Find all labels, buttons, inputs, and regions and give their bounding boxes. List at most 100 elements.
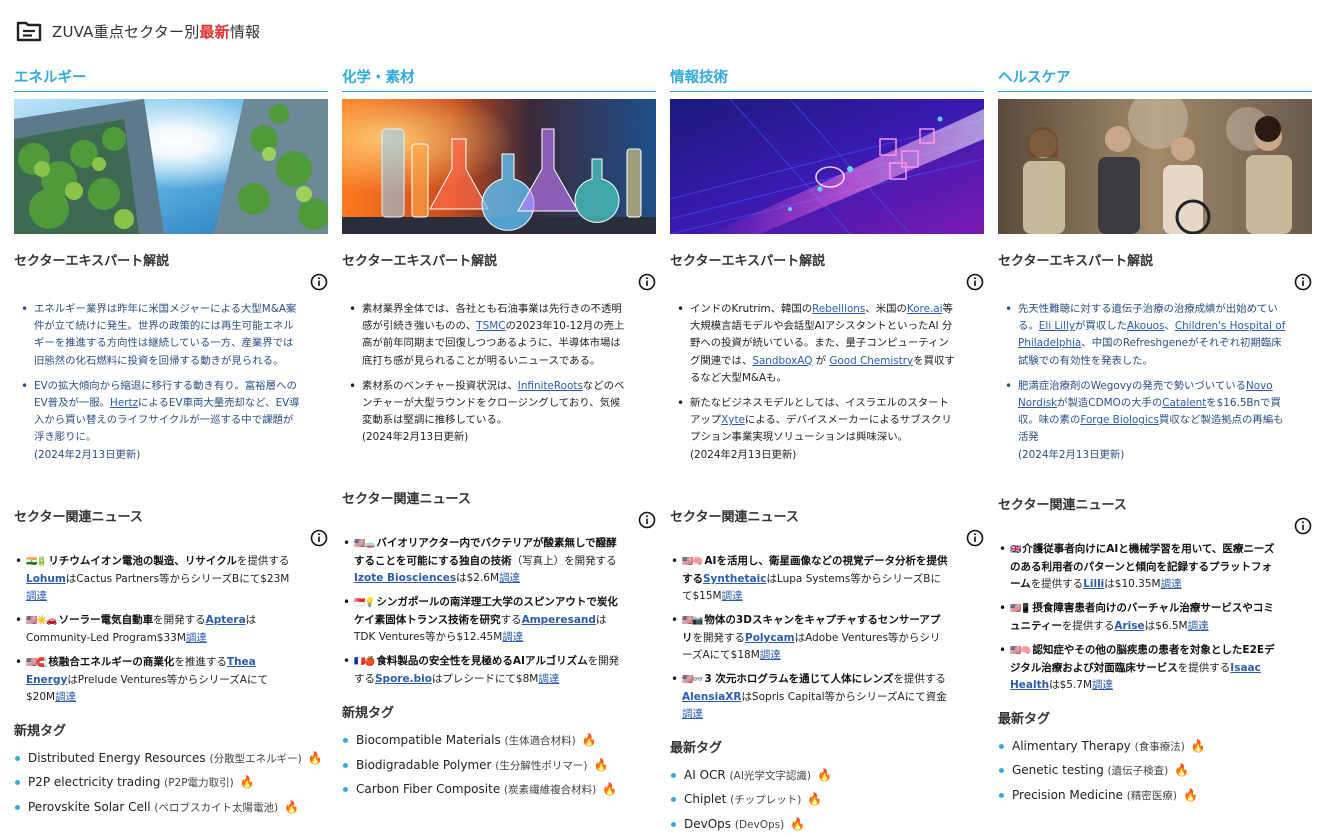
news-link[interactable]: Xyte (721, 414, 745, 426)
company-link[interactable]: Amperesand (522, 614, 596, 626)
body-text: は$6.5M (1144, 619, 1188, 632)
news-link[interactable]: 調達 (1092, 679, 1113, 691)
tag-name: Biodigradable Polymer (356, 757, 496, 772)
company-link[interactable]: AlensiaXR (682, 691, 741, 703)
body-text: は$10.35M (1104, 577, 1161, 590)
tag-name: DevOps (684, 816, 735, 831)
flag-icon: 🇮🇳🔋 (26, 556, 47, 567)
fire-icon: 🔥 (593, 757, 609, 772)
tag-item[interactable]: P2P electricity trading (P2P電力取引) 🔥 (15, 771, 328, 796)
news-link[interactable]: 調達 (502, 631, 523, 643)
expert-heading: セクターエキスパート解説 (998, 254, 1154, 269)
sector-title: 情報技術 (670, 68, 984, 92)
body-text: 、米国の (865, 303, 907, 315)
info-icon[interactable] (966, 529, 984, 547)
tag-item[interactable]: Biocompatible Materials (生体適合材料) 🔥 (343, 729, 656, 754)
body-text: インドのKrutrim、韓国の (690, 303, 813, 315)
sector-image (670, 99, 984, 234)
news-link[interactable]: 調達 (499, 572, 520, 584)
info-icon[interactable] (310, 529, 328, 547)
company-link[interactable]: Synthetaic (703, 573, 766, 585)
sector-title: エネルギー (14, 68, 328, 92)
news-link[interactable]: InfiniteRoots (518, 380, 583, 392)
tag-heading: 最新タグ (998, 711, 1051, 727)
news-heading: セクター関連ニュース (14, 509, 143, 525)
news-link[interactable]: Forge Biologics (1080, 414, 1159, 426)
company-link[interactable]: Polycam (745, 632, 795, 644)
tag-translation: (分散型エネルギー) (209, 752, 302, 765)
news-item: 🇫🇷🍎食料製品の安全性を見極めるAIアルゴリズムを開発するSpore.bioはプ… (343, 653, 620, 688)
tag-item[interactable]: Alimentary Therapy (食事療法) 🔥 (999, 735, 1312, 760)
info-icon[interactable] (638, 273, 656, 291)
expert-item: 先天性難聴に対する遺伝子治療の治療成績が出始めている。Eli Lillyが買収し… (1005, 301, 1286, 370)
news-link[interactable]: 調達 (186, 632, 207, 644)
news-link[interactable]: 調達 (760, 649, 781, 661)
fire-icon: 🔥 (790, 816, 806, 831)
tag-item[interactable]: Precision Medicine (精密医療) 🔥 (999, 784, 1312, 809)
news-link[interactable]: Rebellions (812, 303, 865, 315)
news-link[interactable]: TSMC (476, 320, 505, 332)
expert-item: 肥満症治療剤のWegovyの発売で勢いづいているNovo Nordiskが製造C… (1005, 378, 1286, 464)
fire-icon: 🔥 (1190, 738, 1206, 753)
updated-date: (2024年2月13日更新) (362, 431, 469, 444)
fire-icon: 🔥 (307, 750, 323, 765)
expert-list: 先天性難聴に対する遺伝子治療の治療成績が出始めている。Eli Lillyが買収し… (1005, 301, 1286, 464)
body-text: を提供する (1061, 619, 1115, 632)
body-text: を開発する (153, 613, 206, 626)
info-icon[interactable] (1294, 517, 1312, 535)
news-link[interactable]: 調達 (538, 673, 559, 685)
news-item: 🇺🇸☀️🚗ソーラー電気自動車を開発するApteraはCommunity-Led … (15, 612, 292, 647)
news-heading: セクター関連ニュース (670, 509, 799, 525)
news-link[interactable]: Catalent (1162, 397, 1206, 409)
tag-item[interactable]: AI OCR (AI光学文字認識) 🔥 (671, 764, 984, 789)
tag-item[interactable]: Biodigradable Polymer (生分解性ポリマー) 🔥 (343, 754, 656, 779)
news-heading: セクター関連ニュース (342, 492, 471, 508)
company-link[interactable]: Lohum (26, 573, 66, 585)
news-link[interactable]: 調達 (722, 590, 743, 602)
info-icon[interactable] (310, 273, 328, 291)
news-link[interactable]: Hertz (110, 397, 138, 409)
headline-text: 3 次元ホログラムを通じて人体にレンズ (704, 672, 894, 685)
flag-icon: 🇺🇸🧲 (26, 657, 47, 668)
body-text: する (500, 614, 522, 627)
body-text: を提供する (1030, 577, 1084, 590)
tag-item[interactable]: Genetic testing (遺伝子検査) 🔥 (999, 759, 1312, 784)
news-link[interactable]: Kore.ai (907, 303, 943, 315)
tag-translation: (炭素繊維複合材料) (504, 784, 597, 797)
body-text: が買収した (1075, 320, 1127, 333)
news-link[interactable]: 調達 (1188, 620, 1209, 632)
info-icon[interactable] (1294, 273, 1312, 291)
news-link[interactable]: 調達 (55, 691, 76, 703)
news-link[interactable]: Akouos (1127, 320, 1164, 332)
news-link[interactable]: 調達 (1161, 578, 1182, 590)
news-link[interactable]: SandboxAQ (752, 355, 812, 367)
info-icon[interactable] (966, 273, 984, 291)
company-link[interactable]: Izote Biosciences (354, 572, 456, 584)
expert-item: インドのKrutrim、韓国のRebellions、米国のKore.ai等大規模… (677, 301, 958, 387)
news-link[interactable]: Eli Lilly (1039, 320, 1075, 332)
tag-name: AI OCR (684, 767, 730, 782)
tag-item[interactable]: Distributed Energy Resources (分散型エネルギー) 🔥 (15, 747, 328, 772)
company-link[interactable]: Spore.bio (375, 673, 432, 685)
news-link[interactable]: 調達 (26, 590, 47, 602)
tag-name: Carbon Fiber Composite (356, 782, 505, 797)
tag-item[interactable]: Chiplet (チップレット) 🔥 (671, 788, 984, 813)
company-link[interactable]: Arise (1114, 620, 1144, 632)
news-list: 🇺🇸🧠AIを活用し、衛星画像などの視覚データ分析を提供するSynthetaicは… (671, 553, 948, 723)
news-link[interactable]: Good Chemistry (829, 355, 913, 367)
tag-item[interactable]: DevOps (DevOps) 🔥 (671, 813, 984, 836)
body-text: を開発する (692, 631, 746, 644)
tag-item[interactable]: Perovskite Solar Cell (ペロブスカイト太陽電池) 🔥 (15, 796, 328, 821)
company-link[interactable]: Lilli (1083, 578, 1104, 590)
news-link[interactable]: 調達 (682, 708, 703, 720)
company-link[interactable]: Aptera (206, 614, 246, 626)
fire-icon: 🔥 (1174, 763, 1190, 778)
tag-item[interactable]: Carbon Fiber Composite (炭素繊維複合材料) 🔥 (343, 778, 656, 803)
expert-heading: セクターエキスパート解説 (670, 254, 826, 269)
info-icon[interactable] (638, 511, 656, 529)
news-item: 🇺🇸📷物体の3Dスキャンをキャプチャするセンサーアプリを開発するPolycamは… (671, 612, 948, 664)
body-text: を推進する (174, 655, 227, 668)
tag-translation: (遺伝子検査) (1107, 765, 1169, 778)
tag-translation: (生体適合材料) (504, 735, 576, 748)
body-text: はSopris Capital等からシリーズAにて資金 (741, 690, 947, 703)
